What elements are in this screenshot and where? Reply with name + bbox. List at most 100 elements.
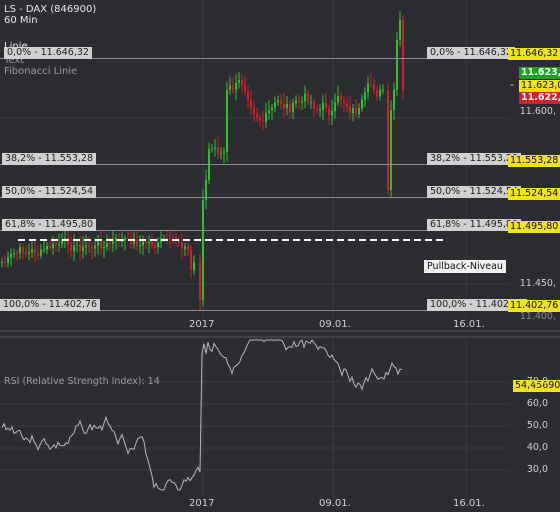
fib-left-label-100: 100,0% - 11.402,76 <box>0 299 101 311</box>
candle-body <box>58 244 60 246</box>
rsi-label: RSI (Relative Strength Index): 14 <box>4 376 160 387</box>
candle-body <box>7 257 9 263</box>
candle-body <box>217 147 219 154</box>
candle-body <box>22 247 24 253</box>
rsi-tick-60: 60,0 <box>526 398 548 409</box>
candle-body <box>313 101 315 109</box>
candle-body <box>229 85 231 90</box>
price-chart-canvas[interactable] <box>0 0 560 512</box>
rsi-x-tick-0901: 09.01. <box>319 498 351 509</box>
x-tick-1601: 16.01. <box>453 319 485 330</box>
candle-body <box>31 249 33 253</box>
rsi-tick-70: 70,0 <box>526 376 548 387</box>
candle-body <box>10 253 12 258</box>
candle-body <box>298 100 300 103</box>
candle-body <box>390 110 392 190</box>
candle-body <box>271 107 273 111</box>
rsi-tick-50: 50,0 <box>526 420 548 431</box>
candle-body <box>340 96 342 100</box>
candle-body <box>49 245 51 249</box>
candle-body <box>82 246 84 252</box>
candle-body <box>286 103 288 109</box>
rsi-x-tick-1601: 16.01. <box>453 498 485 509</box>
candle-body <box>166 238 168 239</box>
rsi-line <box>1 339 403 491</box>
candle-body <box>235 83 237 90</box>
candle-body <box>265 113 267 122</box>
candle-body <box>34 249 36 254</box>
candle-body <box>343 99 345 104</box>
instrument-title: LS - DAX (846900) <box>4 4 97 15</box>
candle-body <box>382 89 384 91</box>
x-tick-2017: 2017 <box>189 319 215 330</box>
candle-body <box>355 108 357 115</box>
candle-body <box>13 252 15 254</box>
candle-body <box>136 240 138 246</box>
price-tick-11600: 11.600, <box>519 106 556 117</box>
candle-body <box>393 90 395 110</box>
candle-body <box>112 241 114 244</box>
candle-body <box>76 244 78 246</box>
rsi-tick-40: 40,0 <box>526 442 548 453</box>
candle-body <box>184 246 186 249</box>
candle-body <box>244 84 246 92</box>
candle-body <box>367 83 369 93</box>
candle-body <box>402 20 404 90</box>
candle-body <box>346 103 348 107</box>
fib-right-label-50: 50,0% - 11.524,54 <box>427 186 521 198</box>
candle-body <box>151 241 153 246</box>
candle-body <box>127 238 129 239</box>
candle-body <box>202 200 204 300</box>
fib-left-label-61: 61,8% - 11.495,80 <box>2 219 96 231</box>
candle-body <box>94 245 96 249</box>
candle-body <box>1 261 3 263</box>
candle-body <box>190 250 192 270</box>
candle-body <box>169 238 171 239</box>
quote-marker: - <box>510 78 514 91</box>
tool-label-fibonacci[interactable]: Fibonacci Linie <box>4 66 77 77</box>
interval-label: 60 Min <box>4 15 38 26</box>
candle-body <box>373 84 375 91</box>
candle-body <box>157 242 159 248</box>
candle-body <box>376 90 378 97</box>
candle-body <box>268 110 270 114</box>
candle-body <box>370 83 372 85</box>
candle-body <box>361 99 363 109</box>
candle-body <box>325 102 327 109</box>
candle-body <box>220 152 222 154</box>
candle-body <box>46 245 48 250</box>
candle-body <box>211 148 213 150</box>
candle-body <box>37 253 39 256</box>
candle-body <box>70 244 72 251</box>
fib-right-label-0: 0,0% - 11.646,32 <box>427 47 515 59</box>
candle-body <box>241 80 243 85</box>
candle-body <box>124 238 126 240</box>
candle-body <box>115 238 117 242</box>
candle-body <box>79 244 81 252</box>
candle-body <box>16 252 18 254</box>
candle-body <box>316 108 318 111</box>
candle-body <box>88 245 90 247</box>
candle-body <box>253 107 255 114</box>
candle-body <box>55 243 57 245</box>
candle-body <box>25 252 27 254</box>
candle-body <box>109 243 111 245</box>
candle-body <box>163 238 165 239</box>
candle-body <box>331 110 333 116</box>
candle-body <box>226 90 228 152</box>
candle-body <box>40 249 42 256</box>
candle-body <box>148 241 150 244</box>
quote-bid: 11.623,5 <box>519 67 560 79</box>
candle-body <box>187 246 189 250</box>
quote-ask: 11.622,5 <box>519 92 560 104</box>
candle-body <box>103 246 105 248</box>
candle-body <box>289 103 291 113</box>
candle-body <box>292 103 294 113</box>
candle-body <box>28 252 30 254</box>
candle-body <box>274 102 276 108</box>
candle-body <box>295 100 297 104</box>
pullback-label[interactable]: Pullback-Niveau <box>424 260 506 273</box>
candle-body <box>259 118 261 121</box>
price-tick-11450: 11.450, <box>519 278 556 289</box>
candle-body <box>334 102 336 111</box>
